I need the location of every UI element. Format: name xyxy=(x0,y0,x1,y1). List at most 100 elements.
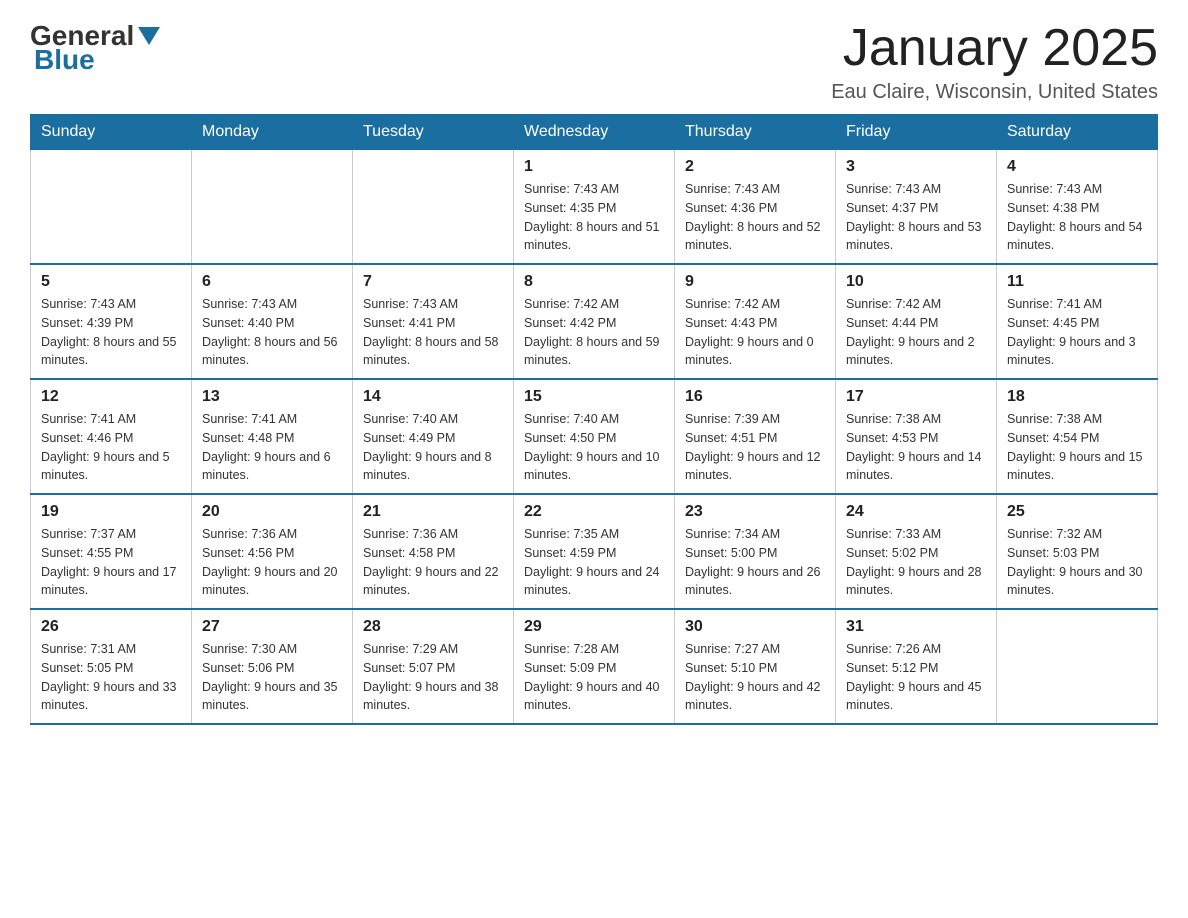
logo-blue-text: Blue xyxy=(34,44,95,76)
calendar-cell: 4 Sunrise: 7:43 AM Sunset: 4:38 PM Daylig… xyxy=(997,150,1158,265)
calendar-cell: 12 Sunrise: 7:41 AM Sunset: 4:46 PM Dayli… xyxy=(31,379,192,494)
day-info: Sunrise: 7:40 AM Sunset: 4:50 PM Dayligh… xyxy=(524,410,664,485)
day-number: 12 xyxy=(41,388,181,406)
day-number: 10 xyxy=(846,273,986,291)
day-info: Sunrise: 7:43 AM Sunset: 4:38 PM Dayligh… xyxy=(1007,180,1147,255)
day-number: 25 xyxy=(1007,503,1147,521)
calendar-cell: 13 Sunrise: 7:41 AM Sunset: 4:48 PM Dayli… xyxy=(192,379,353,494)
calendar-cell xyxy=(192,150,353,265)
day-info: Sunrise: 7:28 AM Sunset: 5:09 PM Dayligh… xyxy=(524,640,664,715)
calendar-cell: 19 Sunrise: 7:37 AM Sunset: 4:55 PM Dayli… xyxy=(31,494,192,609)
day-info: Sunrise: 7:29 AM Sunset: 5:07 PM Dayligh… xyxy=(363,640,503,715)
calendar-cell: 5Sunrise: 7:43 AM Sunset: 4:39 PM Daylig… xyxy=(31,264,192,379)
day-number: 23 xyxy=(685,503,825,521)
day-info: Sunrise: 7:30 AM Sunset: 5:06 PM Dayligh… xyxy=(202,640,342,715)
day-info: Sunrise: 7:43 AM Sunset: 4:36 PM Dayligh… xyxy=(685,180,825,255)
day-info: Sunrise: 7:34 AM Sunset: 5:00 PM Dayligh… xyxy=(685,525,825,600)
day-info: Sunrise: 7:31 AM Sunset: 5:05 PM Dayligh… xyxy=(41,640,181,715)
day-number: 16 xyxy=(685,388,825,406)
day-info: Sunrise: 7:35 AM Sunset: 4:59 PM Dayligh… xyxy=(524,525,664,600)
calendar-cell: 7Sunrise: 7:43 AM Sunset: 4:41 PM Daylig… xyxy=(353,264,514,379)
day-number: 26 xyxy=(41,618,181,636)
day-number: 15 xyxy=(524,388,664,406)
day-number: 2 xyxy=(685,158,825,176)
day-number: 30 xyxy=(685,618,825,636)
day-number: 18 xyxy=(1007,388,1147,406)
calendar-cell: 9Sunrise: 7:42 AM Sunset: 4:43 PM Daylig… xyxy=(675,264,836,379)
calendar-cell: 31 Sunrise: 7:26 AM Sunset: 5:12 PM Dayli… xyxy=(836,609,997,724)
calendar-cell: 23 Sunrise: 7:34 AM Sunset: 5:00 PM Dayli… xyxy=(675,494,836,609)
calendar-cell xyxy=(31,150,192,265)
calendar-cell: 30 Sunrise: 7:27 AM Sunset: 5:10 PM Dayli… xyxy=(675,609,836,724)
day-info: Sunrise: 7:43 AM Sunset: 4:37 PM Dayligh… xyxy=(846,180,986,255)
calendar-week-row: 1 Sunrise: 7:43 AM Sunset: 4:35 PM Daylig… xyxy=(31,150,1158,265)
day-info: Sunrise: 7:38 AM Sunset: 4:53 PM Dayligh… xyxy=(846,410,986,485)
day-number: 31 xyxy=(846,618,986,636)
day-number: 20 xyxy=(202,503,342,521)
calendar-cell: 16 Sunrise: 7:39 AM Sunset: 4:51 PM Dayli… xyxy=(675,379,836,494)
calendar-header-thursday: Thursday xyxy=(675,115,836,150)
day-info: Sunrise: 7:42 AM Sunset: 4:42 PM Dayligh… xyxy=(524,295,664,370)
day-info: Sunrise: 7:36 AM Sunset: 4:56 PM Dayligh… xyxy=(202,525,342,600)
day-info: Sunrise: 7:43 AM Sunset: 4:39 PM Dayligh… xyxy=(41,295,181,370)
calendar-cell: 24 Sunrise: 7:33 AM Sunset: 5:02 PM Dayli… xyxy=(836,494,997,609)
day-number: 4 xyxy=(1007,158,1147,176)
calendar-cell: 6Sunrise: 7:43 AM Sunset: 4:40 PM Daylig… xyxy=(192,264,353,379)
calendar-cell: 27Sunrise: 7:30 AM Sunset: 5:06 PM Dayli… xyxy=(192,609,353,724)
title-section: January 2025 Eau Claire, Wisconsin, Unit… xyxy=(831,20,1158,104)
location-text: Eau Claire, Wisconsin, United States xyxy=(831,81,1158,104)
day-info: Sunrise: 7:27 AM Sunset: 5:10 PM Dayligh… xyxy=(685,640,825,715)
calendar-cell: 10 Sunrise: 7:42 AM Sunset: 4:44 PM Dayli… xyxy=(836,264,997,379)
day-number: 22 xyxy=(524,503,664,521)
day-info: Sunrise: 7:32 AM Sunset: 5:03 PM Dayligh… xyxy=(1007,525,1147,600)
calendar-header-saturday: Saturday xyxy=(997,115,1158,150)
day-number: 1 xyxy=(524,158,664,176)
day-info: Sunrise: 7:43 AM Sunset: 4:35 PM Dayligh… xyxy=(524,180,664,255)
day-info: Sunrise: 7:41 AM Sunset: 4:45 PM Dayligh… xyxy=(1007,295,1147,370)
calendar-cell: 18 Sunrise: 7:38 AM Sunset: 4:54 PM Dayli… xyxy=(997,379,1158,494)
day-number: 13 xyxy=(202,388,342,406)
calendar-cell xyxy=(997,609,1158,724)
day-number: 17 xyxy=(846,388,986,406)
calendar-cell: 25 Sunrise: 7:32 AM Sunset: 5:03 PM Dayli… xyxy=(997,494,1158,609)
calendar-table: SundayMondayTuesdayWednesdayThursdayFrid… xyxy=(30,114,1158,725)
day-number: 8 xyxy=(524,273,664,291)
calendar-cell: 17 Sunrise: 7:38 AM Sunset: 4:53 PM Dayli… xyxy=(836,379,997,494)
day-info: Sunrise: 7:37 AM Sunset: 4:55 PM Dayligh… xyxy=(41,525,181,600)
logo-triangle-icon xyxy=(138,27,160,45)
day-info: Sunrise: 7:38 AM Sunset: 4:54 PM Dayligh… xyxy=(1007,410,1147,485)
calendar-header-monday: Monday xyxy=(192,115,353,150)
calendar-cell: 26 Sunrise: 7:31 AM Sunset: 5:05 PM Dayli… xyxy=(31,609,192,724)
calendar-cell: 14Sunrise: 7:40 AM Sunset: 4:49 PM Dayli… xyxy=(353,379,514,494)
day-info: Sunrise: 7:39 AM Sunset: 4:51 PM Dayligh… xyxy=(685,410,825,485)
calendar-week-row: 26 Sunrise: 7:31 AM Sunset: 5:05 PM Dayli… xyxy=(31,609,1158,724)
calendar-cell xyxy=(353,150,514,265)
month-title: January 2025 xyxy=(831,20,1158,77)
calendar-header-row: SundayMondayTuesdayWednesdayThursdayFrid… xyxy=(31,115,1158,150)
calendar-cell: 20 Sunrise: 7:36 AM Sunset: 4:56 PM Dayli… xyxy=(192,494,353,609)
day-info: Sunrise: 7:43 AM Sunset: 4:40 PM Dayligh… xyxy=(202,295,342,370)
day-number: 19 xyxy=(41,503,181,521)
day-number: 14 xyxy=(363,388,503,406)
calendar-header-tuesday: Tuesday xyxy=(353,115,514,150)
day-info: Sunrise: 7:41 AM Sunset: 4:48 PM Dayligh… xyxy=(202,410,342,485)
calendar-cell: 28Sunrise: 7:29 AM Sunset: 5:07 PM Dayli… xyxy=(353,609,514,724)
calendar-week-row: 19 Sunrise: 7:37 AM Sunset: 4:55 PM Dayli… xyxy=(31,494,1158,609)
page-header: General Blue January 2025 Eau Claire, Wi… xyxy=(30,20,1158,104)
day-number: 24 xyxy=(846,503,986,521)
day-info: Sunrise: 7:41 AM Sunset: 4:46 PM Dayligh… xyxy=(41,410,181,485)
day-info: Sunrise: 7:36 AM Sunset: 4:58 PM Dayligh… xyxy=(363,525,503,600)
calendar-cell: 3 Sunrise: 7:43 AM Sunset: 4:37 PM Daylig… xyxy=(836,150,997,265)
calendar-cell: 2 Sunrise: 7:43 AM Sunset: 4:36 PM Daylig… xyxy=(675,150,836,265)
day-number: 21 xyxy=(363,503,503,521)
calendar-cell: 15 Sunrise: 7:40 AM Sunset: 4:50 PM Dayli… xyxy=(514,379,675,494)
day-number: 7 xyxy=(363,273,503,291)
calendar-week-row: 12 Sunrise: 7:41 AM Sunset: 4:46 PM Dayli… xyxy=(31,379,1158,494)
calendar-cell: 1 Sunrise: 7:43 AM Sunset: 4:35 PM Daylig… xyxy=(514,150,675,265)
day-info: Sunrise: 7:33 AM Sunset: 5:02 PM Dayligh… xyxy=(846,525,986,600)
day-info: Sunrise: 7:42 AM Sunset: 4:44 PM Dayligh… xyxy=(846,295,986,370)
calendar-cell: 8 Sunrise: 7:42 AM Sunset: 4:42 PM Daylig… xyxy=(514,264,675,379)
day-number: 11 xyxy=(1007,273,1147,291)
day-number: 3 xyxy=(846,158,986,176)
day-info: Sunrise: 7:26 AM Sunset: 5:12 PM Dayligh… xyxy=(846,640,986,715)
